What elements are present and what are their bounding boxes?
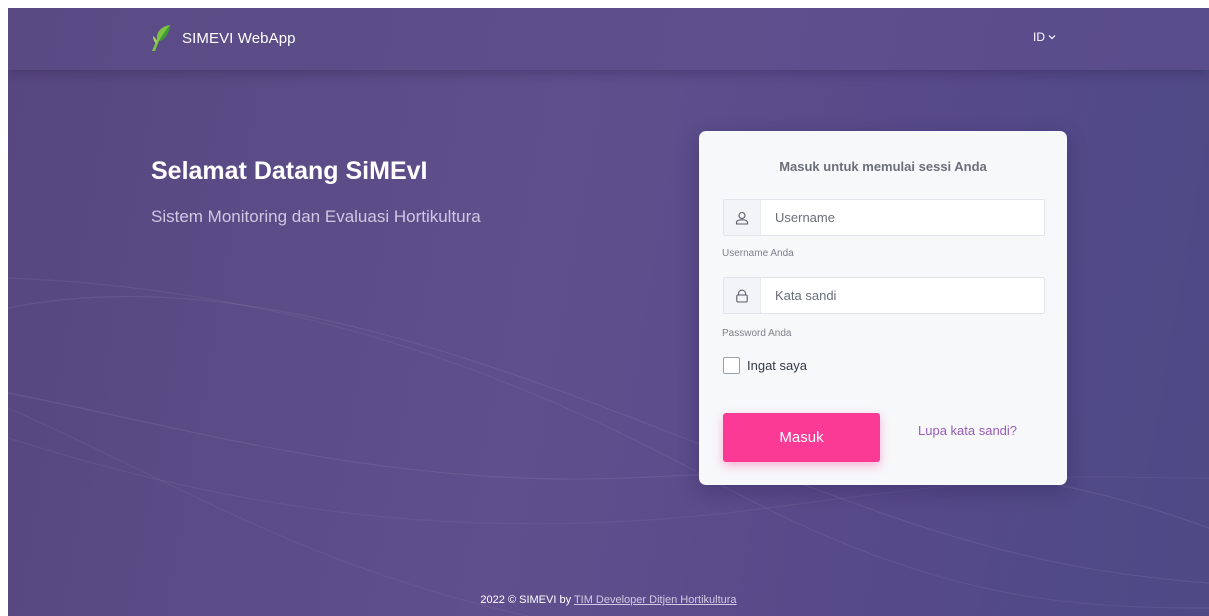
welcome-title: Selamat Datang SiMEvI	[151, 157, 428, 185]
brand[interactable]: SIMEVI WebApp	[150, 24, 296, 52]
footer-copyright: 2022 © SIMEVI by	[480, 594, 572, 606]
login-card: Masuk untuk memulai sessi Anda Username …	[699, 131, 1067, 485]
user-icon	[724, 200, 761, 235]
password-help: Password Anda	[722, 328, 792, 339]
username-input[interactable]	[761, 200, 1045, 235]
lock-icon	[724, 278, 761, 313]
welcome-subtitle: Sistem Monitoring dan Evaluasi Hortikult…	[151, 207, 481, 226]
brand-name: SIMEVI WebApp	[182, 29, 296, 47]
forgot-password-link[interactable]: Lupa kata sandi?	[918, 423, 1017, 438]
chevron-down-icon	[1048, 35, 1056, 40]
remember-label: Ingat saya	[747, 358, 807, 373]
login-heading: Masuk untuk memulai sessi Anda	[779, 159, 987, 174]
username-help: Username Anda	[722, 248, 794, 259]
remember-me[interactable]: Ingat saya	[723, 357, 807, 374]
top-navbar: SIMEVI WebApp ID	[8, 8, 1209, 70]
leaf-logo-icon	[152, 25, 170, 51]
username-input-group	[723, 199, 1045, 236]
footer-developer-link[interactable]: TIM Developer Ditjen Hortikultura	[574, 594, 737, 606]
login-page: SIMEVI WebApp ID Selamat Datang SiMEvI S…	[8, 8, 1209, 616]
login-button[interactable]: Masuk	[723, 413, 880, 462]
remember-checkbox[interactable]	[723, 357, 740, 374]
password-input[interactable]	[761, 278, 1045, 313]
password-input-group	[723, 277, 1045, 314]
language-label: ID	[1033, 30, 1045, 44]
language-dropdown[interactable]: ID	[1033, 30, 1056, 44]
footer: 2022 © SIMEVI by TIM Developer Ditjen Ho…	[8, 594, 1209, 606]
